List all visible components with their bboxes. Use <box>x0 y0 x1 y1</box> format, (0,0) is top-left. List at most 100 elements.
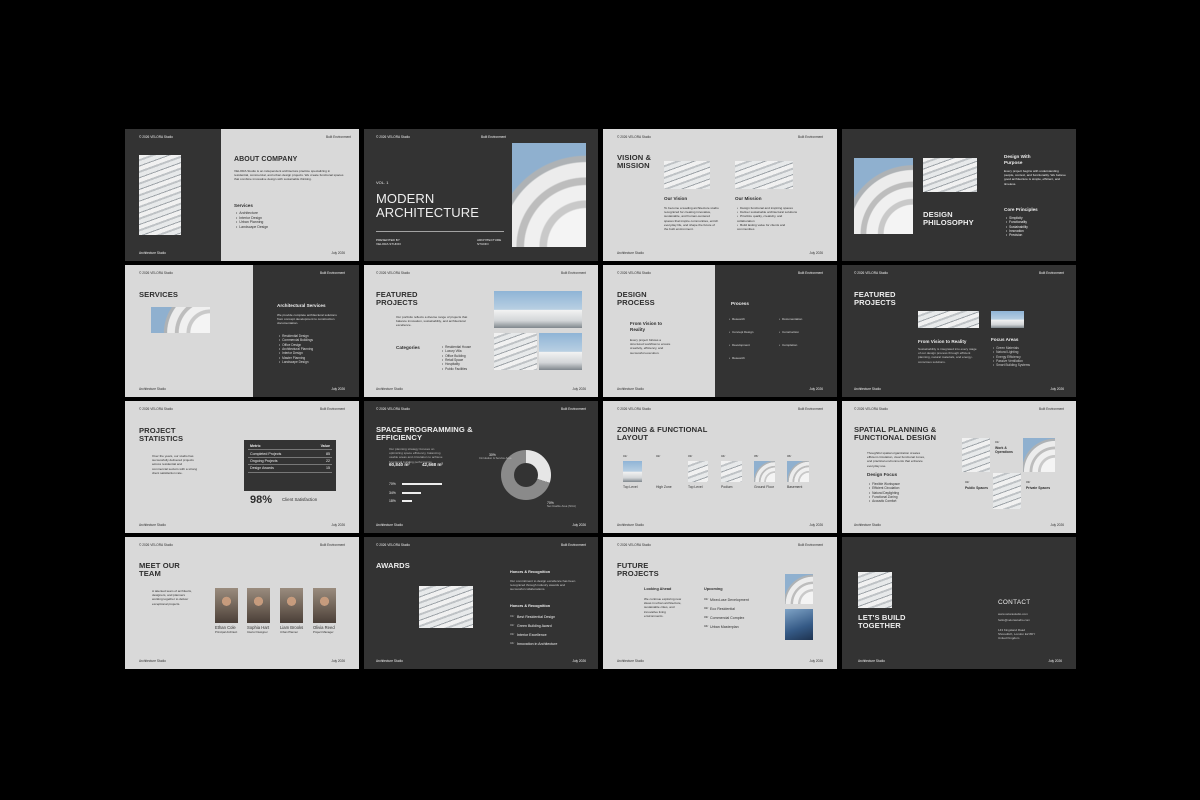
satisfaction-label: Client Satisfaction <box>282 497 318 502</box>
slide-date: July 2026 <box>1050 387 1064 391</box>
slide-date: July 2026 <box>572 659 586 663</box>
list-item: Public Facilities <box>442 367 471 371</box>
list-item: Research <box>729 352 753 365</box>
award-number: 01/ <box>510 614 515 618</box>
slide-env: Built Environment <box>320 407 345 411</box>
vision-heading: Our Vision <box>664 196 688 201</box>
slide-studio: Architecture Studio <box>139 251 166 255</box>
divider <box>376 231 504 232</box>
from-vision-heading: From Vision to Reality <box>918 339 967 344</box>
slide-featured-projects[interactable]: © 2026 VELORA Studio Built Environment F… <box>364 265 598 397</box>
slide-about-company[interactable]: © 2026 VELORA Studio Built Environment A… <box>125 129 359 261</box>
upcoming-number: 03/ <box>704 615 709 619</box>
intro-text: Our portfolio reflects a diverse range o… <box>396 315 468 328</box>
table-cell: Completed Projects <box>248 449 309 458</box>
donut-label: Circulation & Service Area <box>479 456 512 460</box>
presented-by: PRESENTED BY VELORA STUDIO <box>376 238 401 247</box>
slide-design-process[interactable]: © 2026 VELORA Studio Built Environment D… <box>603 265 837 397</box>
dark-panel <box>253 265 359 397</box>
table-cell: Ongoing Projects <box>248 457 309 466</box>
building-image <box>139 155 181 235</box>
slide-space-programming[interactable]: © 2026 VELORA Studio Built Environment S… <box>364 401 598 533</box>
slide-studio: Architecture Studio <box>139 659 166 663</box>
zone-label: Podium <box>721 485 733 489</box>
slide-copyright: © 2026 VELORA Studio <box>139 543 173 547</box>
zone-image <box>787 461 809 482</box>
slide-future-projects[interactable]: © 2026 VELORA Studio Built Environment F… <box>603 537 837 669</box>
honors-text: Our commitment to design excellence has … <box>510 579 576 592</box>
zone-image <box>754 461 775 482</box>
intro-text: A talented team of architects, designers… <box>152 589 192 606</box>
slide-vision-mission[interactable]: © 2026 VELORA Studio Built Environment V… <box>603 129 837 261</box>
zone-number: 05/ <box>754 454 759 458</box>
intro-text: Thoughtful spatial organization creates … <box>867 451 925 468</box>
website-link[interactable]: www.velorastudio.com <box>998 612 1028 617</box>
zone-label: Basement <box>787 485 803 489</box>
email-link[interactable]: hello@velorastudio.com <box>998 618 1030 623</box>
slide-copyright: © 2026 VELORA Studio <box>376 407 410 411</box>
services-heading: Services <box>234 203 253 208</box>
pct-label: 34% <box>389 491 396 495</box>
slide-title: DESIGN PROCESS <box>617 290 655 307</box>
zone-number: 01/ <box>995 440 1000 444</box>
slide-env: Built Environment <box>798 407 823 411</box>
upcoming-number: 02/ <box>704 606 709 610</box>
team-photo <box>280 588 303 623</box>
slide-copyright: © 2026 VELORA Studio <box>617 271 651 275</box>
slide-studio: Architecture Studio <box>617 523 644 527</box>
slide-zoning-layout[interactable]: © 2026 VELORA Studio Built Environment Z… <box>603 401 837 533</box>
slide-spatial-planning[interactable]: © 2026 VELORA Studio Built Environment S… <box>842 401 1076 533</box>
upcoming-number: 04/ <box>704 624 709 628</box>
team-photo <box>313 588 336 623</box>
slide-date: July 2026 <box>1050 523 1064 527</box>
zone-number: 02/ <box>965 480 970 484</box>
slide-design-philosophy[interactable]: DESIGN PHILOSOPHY Design With Purpose Ev… <box>842 129 1076 261</box>
slide-studio: Architecture Studio <box>376 387 403 391</box>
project-image-bottom-right <box>539 333 582 370</box>
contact-image <box>858 572 892 608</box>
slide-date: July 2026 <box>331 251 345 255</box>
slide-date: July 2026 <box>331 523 345 527</box>
award-item: Green Building Award <box>517 624 552 628</box>
zone-number: 01/ <box>623 454 628 458</box>
arch-services-heading: Architectural Services <box>277 303 326 308</box>
slide-copyright: © 2026 VELORA Studio <box>376 271 410 275</box>
zone-image <box>962 438 990 472</box>
zone-label: Ground Floor <box>754 485 774 489</box>
slide-copyright: © 2026 VELORA Studio <box>376 135 410 139</box>
slide-title: ABOUT COMPANY <box>234 156 298 163</box>
list-item: Landscape Design <box>279 360 313 364</box>
process-heading: Process <box>731 301 749 306</box>
slide-copyright: © 2026 VELORA Studio <box>854 407 888 411</box>
slide-env: Built Environment <box>561 271 586 275</box>
list-item: Smart Building Systems <box>993 363 1030 367</box>
slide-title: VISION & MISSION <box>617 153 652 170</box>
slide-title: MODERN ARCHITECTURE <box>376 191 480 220</box>
slide-meet-team[interactable]: © 2026 VELORA Studio Built Environment M… <box>125 537 359 669</box>
slide-awards[interactable]: © 2026 VELORA Studio Built Environment A… <box>364 537 598 669</box>
slide-contact[interactable]: LET'S BUILD TOGETHER CONTACT www.veloras… <box>842 537 1076 669</box>
slide-studio: Architecture Studio <box>139 387 166 391</box>
award-number: 02/ <box>510 623 515 627</box>
slide-services[interactable]: © 2026 VELORA Studio Built Environment S… <box>125 265 359 397</box>
slide-cover[interactable]: © 2026 VELORA Studio Built Environment V… <box>364 129 598 261</box>
slide-env: Built Environment <box>320 543 345 547</box>
list-item: Acoustic Comfort <box>869 499 900 503</box>
slide-studio: Architecture Studio <box>617 387 644 391</box>
slide-studio: Architecture Studio <box>376 659 403 663</box>
team-photo <box>215 588 238 623</box>
curved-facade-image <box>512 143 586 247</box>
slide-date: July 2026 <box>572 523 586 527</box>
slide-title: DESIGN PHILOSOPHY <box>923 210 974 227</box>
zone-label: Work & Operations <box>995 446 1013 455</box>
core-heading: Core Principles <box>1004 207 1038 212</box>
slide-title: ZONING & FUNCTIONAL LAYOUT <box>617 425 708 442</box>
slide-project-statistics[interactable]: © 2026 VELORA Studio Built Environment P… <box>125 401 359 533</box>
list-item: Landscape Design <box>236 225 268 230</box>
project-image-bottom-left <box>494 333 537 370</box>
pct-bar <box>402 500 412 503</box>
mission-image <box>735 161 793 189</box>
slide-copyright: © 2026 VELORA Studio <box>376 543 410 547</box>
slide-env: Built Environment <box>798 271 823 275</box>
slide-featured-projects-2[interactable]: © 2026 VELORA Studio Built Environment F… <box>842 265 1076 397</box>
